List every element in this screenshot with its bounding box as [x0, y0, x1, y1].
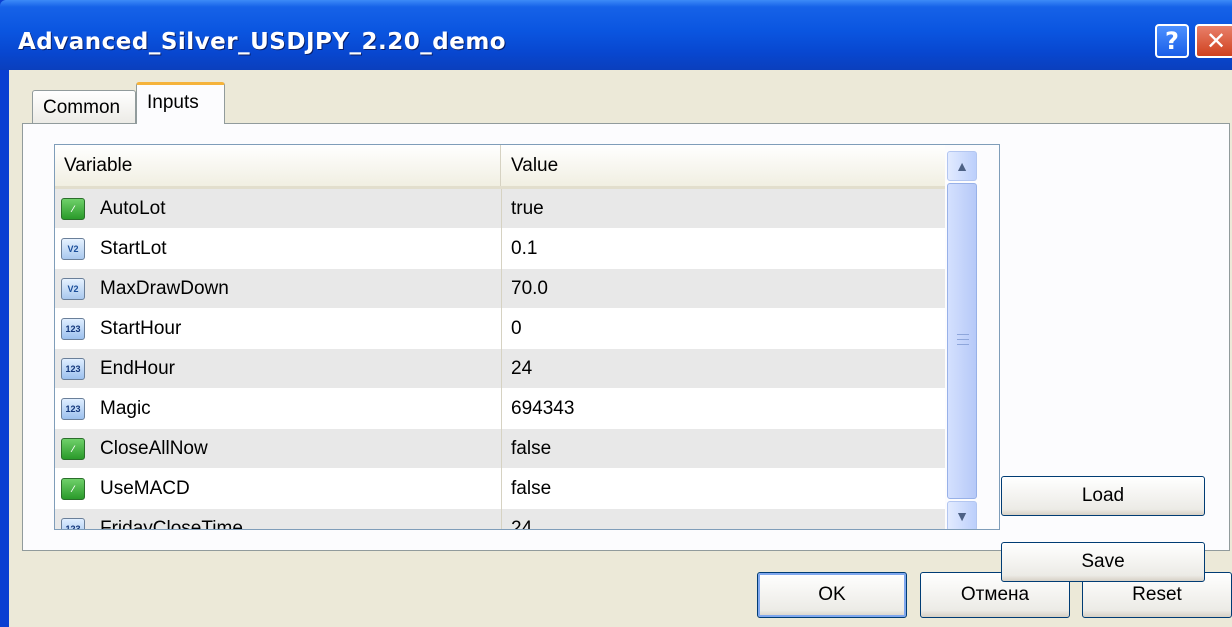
- dialog-window: Advanced_Silver_USDJPY_2.20_demo ? ✕ Com…: [0, 0, 1232, 627]
- title-bar[interactable]: Advanced_Silver_USDJPY_2.20_demo ? ✕: [0, 0, 1232, 70]
- variable-value[interactable]: true: [511, 189, 941, 229]
- int-icon: 123: [61, 358, 85, 380]
- variable-value[interactable]: 0: [511, 309, 941, 349]
- table-row[interactable]: V2 MaxDrawDown 70.0: [55, 269, 945, 309]
- variable-name: CloseAllNow: [100, 438, 208, 459]
- variable-value[interactable]: 24: [511, 509, 941, 529]
- table-row[interactable]: 123 EndHour 24: [55, 349, 945, 389]
- variable-value[interactable]: 24: [511, 349, 941, 389]
- scroll-up-button[interactable]: ▲: [947, 151, 977, 181]
- variable-name: MaxDrawDown: [100, 278, 229, 299]
- variable-value[interactable]: 694343: [511, 389, 941, 429]
- table-row[interactable]: V2 StartLot 0.1: [55, 229, 945, 269]
- variable-value[interactable]: 70.0: [511, 269, 941, 309]
- bool-icon: ⁄: [61, 478, 85, 500]
- variable-name: AutoLot: [100, 198, 166, 219]
- list-header: Variable Value: [55, 145, 945, 189]
- variable-name: FridayCloseTime: [100, 518, 243, 530]
- variable-value[interactable]: false: [511, 469, 941, 509]
- variable-name: StartHour: [100, 318, 182, 339]
- tab-inputs[interactable]: Inputs: [136, 82, 225, 124]
- load-button[interactable]: Load: [1001, 476, 1205, 516]
- help-button[interactable]: ?: [1155, 24, 1189, 58]
- variable-value[interactable]: 0.1: [511, 229, 941, 269]
- window-title: Advanced_Silver_USDJPY_2.20_demo: [18, 29, 507, 55]
- table-row[interactable]: 123 StartHour 0: [55, 309, 945, 349]
- variable-value[interactable]: false: [511, 429, 941, 469]
- int-icon: 123: [61, 318, 85, 340]
- table-row[interactable]: ⁄ UseMACD false: [55, 469, 945, 509]
- int-icon: 123: [61, 398, 85, 420]
- inputs-panel: Variable Value ⁄ AutoLot true V2 StartLo…: [22, 123, 1230, 582]
- list-rows: ⁄ AutoLot true V2 StartLot 0.1 V2 MaxDra…: [55, 189, 945, 530]
- column-header-value[interactable]: Value: [502, 145, 945, 186]
- bool-icon: ⁄: [61, 198, 85, 220]
- variable-name: EndHour: [100, 358, 175, 379]
- table-row[interactable]: 123 FridayCloseTime 24: [55, 509, 945, 530]
- scroll-down-button[interactable]: ▼: [947, 501, 977, 529]
- table-row[interactable]: ⁄ AutoLot true: [55, 189, 945, 229]
- variable-name: UseMACD: [100, 478, 190, 499]
- ok-button[interactable]: OK: [757, 572, 907, 618]
- tab-common[interactable]: Common: [32, 90, 136, 123]
- bool-icon: ⁄: [61, 438, 85, 460]
- int-icon: 123: [61, 518, 85, 529]
- variable-name: StartLot: [100, 238, 167, 259]
- scroll-thumb[interactable]: [947, 183, 977, 499]
- double-icon: V2: [61, 238, 85, 260]
- chevron-down-icon: ▼: [955, 508, 969, 524]
- save-button[interactable]: Save: [1001, 542, 1205, 582]
- table-row[interactable]: ⁄ CloseAllNow false: [55, 429, 945, 469]
- close-button[interactable]: ✕: [1195, 24, 1232, 58]
- grip-icon: [957, 334, 969, 345]
- variable-name: Magic: [100, 398, 151, 419]
- dialog-client-area: Common Inputs Variable Value ⁄ AutoLot t…: [9, 70, 1232, 627]
- column-header-variable[interactable]: Variable: [55, 145, 501, 186]
- inputs-list: Variable Value ⁄ AutoLot true V2 StartLo…: [54, 144, 1000, 530]
- double-icon: V2: [61, 278, 85, 300]
- chevron-up-icon: ▲: [955, 158, 969, 174]
- vertical-scrollbar[interactable]: ▲ ▼: [945, 145, 999, 529]
- table-row[interactable]: 123 Magic 694343: [55, 389, 945, 429]
